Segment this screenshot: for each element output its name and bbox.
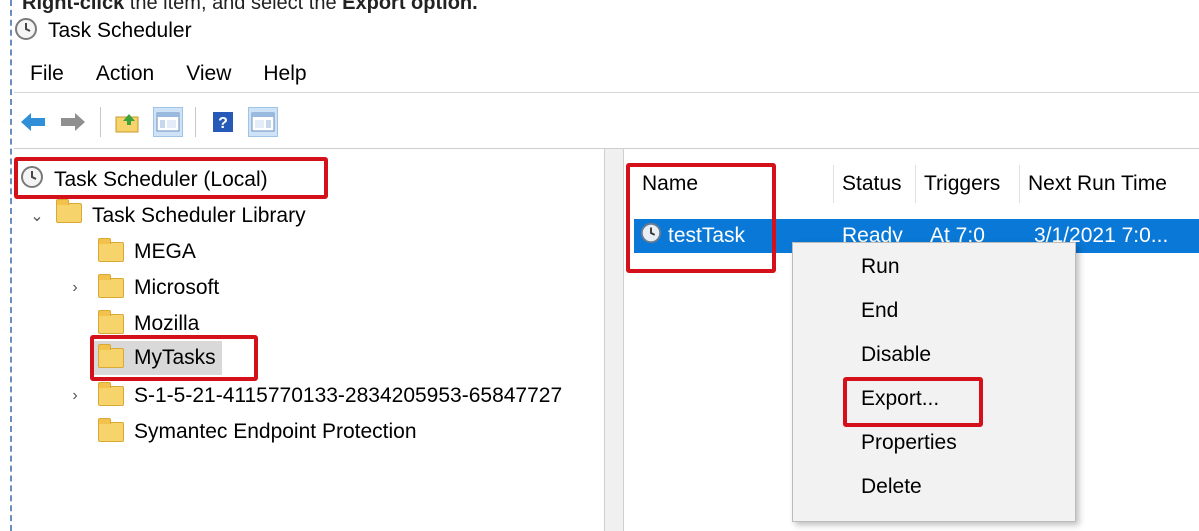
tree-item-folder[interactable]: Mozilla — [98, 307, 199, 341]
task-clock-icon — [640, 222, 662, 250]
chevron-right-icon[interactable]: › — [66, 387, 84, 405]
folder-icon — [98, 238, 124, 262]
menu-item-delete[interactable]: Delete — [861, 475, 922, 499]
show-hide-console-tree-icon[interactable] — [153, 107, 183, 137]
console-tree: Task Scheduler (Local) ⌄ Task Scheduler … — [14, 149, 604, 531]
menu-help[interactable]: Help — [247, 62, 322, 86]
menu-item-properties[interactable]: Properties — [861, 431, 957, 455]
clock-icon — [20, 165, 44, 195]
folder-icon — [98, 344, 124, 368]
menu-action[interactable]: Action — [80, 62, 170, 86]
menu-item-end[interactable]: End — [861, 299, 898, 323]
tree-item-mytasks[interactable]: MyTasks — [94, 341, 222, 375]
menu-bar: File Action View Help — [14, 55, 1199, 93]
up-folder-icon[interactable] — [113, 107, 143, 137]
tree-folder-label: S-1-5-21-4115770133-2834205953-65847727 — [134, 384, 563, 407]
toolbar-separator — [100, 107, 101, 137]
folder-icon — [98, 418, 124, 442]
task-name: testTask — [668, 224, 746, 247]
column-header-name[interactable]: Name — [634, 165, 834, 203]
chevron-down-icon[interactable]: ⌄ — [28, 206, 46, 226]
caption-text: the item, and select the — [124, 0, 343, 14]
toolbar-separator — [195, 107, 196, 137]
instruction-caption: Right-click the item, and select the Exp… — [22, 0, 478, 15]
svg-text:?: ? — [218, 115, 228, 132]
help-icon[interactable]: ? — [208, 107, 238, 137]
dashed-border — [10, 0, 12, 531]
tree-item-folder[interactable]: › S-1-5-21-4115770133-2834205953-6584772… — [66, 379, 604, 413]
menu-item-run[interactable]: Run — [861, 255, 900, 279]
tree-folder-label: Mozilla — [134, 312, 200, 335]
menu-file[interactable]: File — [14, 62, 80, 86]
toolbar: ? — [14, 100, 278, 144]
tree-folder-label: MyTasks — [134, 346, 216, 369]
tree-library-label: Task Scheduler Library — [92, 204, 306, 227]
menu-item-disable[interactable]: Disable — [861, 343, 931, 367]
column-header-triggers[interactable]: Triggers — [916, 165, 1020, 203]
library-folder-clock-icon — [56, 199, 82, 229]
pane-splitter[interactable] — [604, 149, 624, 531]
tree-folder-label: Symantec Endpoint Protection — [134, 420, 417, 443]
menu-item-export[interactable]: Export... — [861, 387, 939, 411]
tree-item-library[interactable]: ⌄ Task Scheduler Library — [28, 199, 306, 233]
menu-view[interactable]: View — [170, 62, 247, 86]
caption-bold-2: Export option. — [342, 0, 478, 14]
column-header-next-run[interactable]: Next Run Time — [1020, 165, 1199, 203]
tree-item-folder[interactable]: Symantec Endpoint Protection — [98, 415, 417, 449]
tree-root-label: Task Scheduler (Local) — [54, 168, 268, 191]
tree-folder-label: MEGA — [134, 240, 196, 263]
back-arrow-icon[interactable] — [18, 107, 48, 137]
column-header-status[interactable]: Status — [834, 165, 916, 203]
folder-icon — [98, 382, 124, 406]
show-hide-action-pane-icon[interactable] — [248, 107, 278, 137]
tree-item-folder[interactable]: › Microsoft — [66, 271, 219, 305]
task-name-cell: testTask — [640, 222, 745, 250]
folder-icon — [98, 310, 124, 334]
tree-item-root[interactable]: Task Scheduler (Local) — [20, 163, 268, 197]
title-bar: Task Scheduler — [14, 14, 192, 48]
tree-item-folder[interactable]: MEGA — [98, 235, 196, 269]
folder-icon — [98, 274, 124, 298]
tree-folder-label: Microsoft — [134, 276, 220, 299]
clock-icon — [14, 17, 38, 46]
chevron-right-icon[interactable]: › — [66, 279, 84, 297]
context-menu: Run End Disable Export... Properties Del… — [792, 242, 1076, 522]
caption-bold-1: Right-click — [22, 0, 125, 14]
window-title: Task Scheduler — [48, 19, 192, 42]
forward-arrow-icon[interactable] — [58, 107, 88, 137]
